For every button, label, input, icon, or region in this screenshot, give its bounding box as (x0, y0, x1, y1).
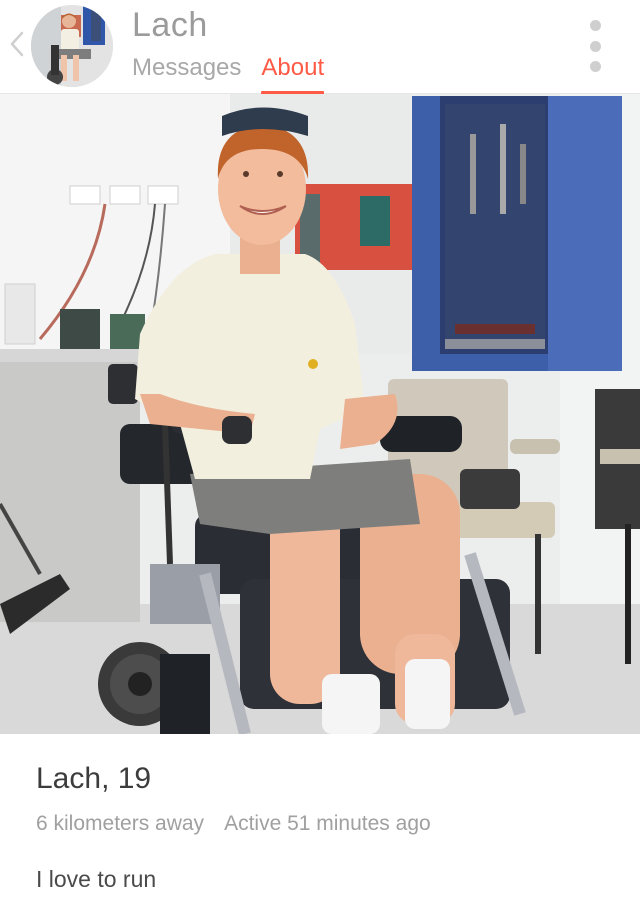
more-options-button[interactable] (583, 20, 607, 72)
kebab-menu-icon (589, 20, 601, 31)
avatar-image (31, 5, 113, 87)
profile-name: Lach (36, 762, 102, 795)
profile-meta: 6 kilometers away Active 51 minutes ago (36, 812, 616, 836)
tab-about[interactable]: About (261, 54, 324, 95)
name-age: Lach, 19 (36, 762, 152, 795)
distance-text: 6 kilometers away (36, 812, 205, 835)
profile-header: Lach Messages About (0, 0, 640, 95)
header-name: Lach (132, 6, 208, 44)
bio-text: I love to run (36, 866, 157, 892)
tab-messages[interactable]: Messages (132, 54, 241, 94)
back-button[interactable] (8, 28, 26, 60)
activity-text: Active 51 minutes ago (224, 812, 431, 835)
profile-age: 19 (117, 762, 152, 795)
chevron-left-icon (10, 31, 24, 57)
profile-photo-image (0, 94, 640, 734)
avatar[interactable] (31, 5, 113, 87)
profile-tabs: Messages About (132, 54, 324, 95)
profile-photo[interactable] (0, 94, 640, 734)
profile-info: Lach, 19 6 kilometers away Active 51 min… (36, 760, 616, 893)
